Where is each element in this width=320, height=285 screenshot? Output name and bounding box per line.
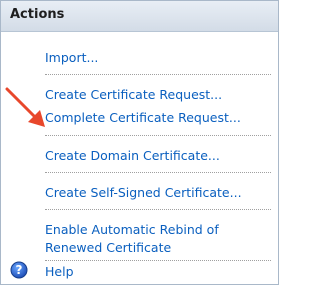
actions-panel: Actions Import... Create Certificate Req… <box>0 0 279 285</box>
help-link[interactable]: Help <box>45 263 74 280</box>
action-import[interactable]: Import... <box>45 49 98 66</box>
divider <box>45 172 271 173</box>
divider <box>45 209 271 210</box>
divider <box>45 135 271 136</box>
panel-title: Actions <box>10 7 65 22</box>
action-create-self-signed-certificate[interactable]: Create Self-Signed Certificate... <box>45 184 242 201</box>
divider <box>45 260 271 261</box>
help-icon[interactable]: ? <box>10 261 28 279</box>
action-enable-automatic-rebind-line-2[interactable]: Renewed Certificate <box>45 239 171 256</box>
svg-text:?: ? <box>16 263 23 277</box>
arrow-pointer-icon <box>5 87 45 127</box>
action-complete-certificate-request[interactable]: Complete Certificate Request... <box>45 109 241 126</box>
divider <box>45 74 271 75</box>
action-create-domain-certificate[interactable]: Create Domain Certificate... <box>45 147 220 164</box>
action-create-certificate-request[interactable]: Create Certificate Request... <box>45 86 222 103</box>
action-enable-automatic-rebind-line-1[interactable]: Enable Automatic Rebind of <box>45 221 219 238</box>
panel-header: Actions <box>1 1 278 32</box>
